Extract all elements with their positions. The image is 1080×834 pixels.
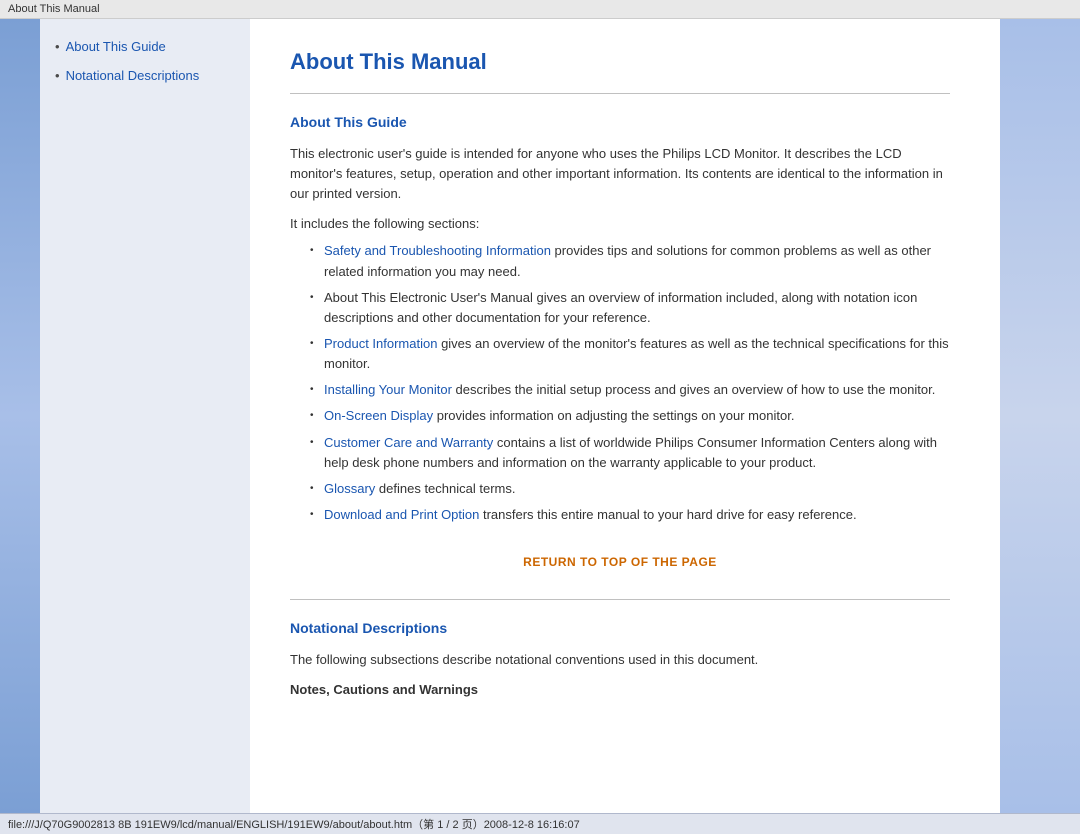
top-divider [290,93,950,94]
page-title: About This Manual [290,49,950,75]
sidebar: About This Guide Notational Descriptions [40,19,250,813]
notational-heading: Notational Descriptions [290,620,950,636]
bullet-text-8: transfers this entire manual to your har… [479,507,856,522]
notes-cautions-heading: Notes, Cautions and Warnings [290,682,950,697]
warranty-link[interactable]: Customer Care and Warranty [324,435,493,450]
product-info-link[interactable]: Product Information [324,336,437,351]
includes-text: It includes the following sections: [290,216,950,231]
section-divider-bottom [290,599,950,600]
right-accent-bar [1000,19,1080,813]
sidebar-item-notational[interactable]: Notational Descriptions [55,68,235,85]
title-bar-text: About This Manual [8,3,100,15]
sidebar-item-about-guide[interactable]: About This Guide [55,39,235,56]
osd-link[interactable]: On-Screen Display [324,408,433,423]
safety-link[interactable]: Safety and Troubleshooting Information [324,243,551,258]
content-area: About This Manual About This Guide This … [250,19,1000,813]
status-bar-text: file:///J/Q70G9002813 8B 191EW9/lcd/manu… [8,819,580,831]
list-item: On-Screen Display provides information o… [310,406,950,426]
glossary-link[interactable]: Glossary [324,481,375,496]
list-item: Safety and Troubleshooting Information p… [310,241,950,281]
sidebar-link-about-guide[interactable]: About This Guide [66,39,166,56]
bullet-list: Safety and Troubleshooting Information p… [310,241,950,525]
bullet-text-5: provides information on adjusting the se… [433,408,794,423]
sidebar-link-notational[interactable]: Notational Descriptions [66,68,200,85]
main-layout: About This Guide Notational Descriptions… [0,19,1080,813]
installing-link[interactable]: Installing Your Monitor [324,382,452,397]
download-link[interactable]: Download and Print Option [324,507,479,522]
return-to-top-link[interactable]: RETURN TO TOP OF THE PAGE [523,555,717,569]
bullet-text-4: describes the initial setup process and … [452,382,935,397]
return-to-top: RETURN TO TOP OF THE PAGE [290,555,950,569]
left-accent-bar [0,19,40,813]
list-item: Installing Your Monitor describes the in… [310,380,950,400]
list-item: Download and Print Option transfers this… [310,505,950,525]
list-item: Glossary defines technical terms. [310,479,950,499]
about-guide-heading: About This Guide [290,114,950,130]
status-bar: file:///J/Q70G9002813 8B 191EW9/lcd/manu… [0,813,1080,834]
list-item: About This Electronic User's Manual give… [310,288,950,328]
content-inner: About This Manual About This Guide This … [250,19,1000,813]
list-item: Customer Care and Warranty contains a li… [310,433,950,473]
intro-paragraph: This electronic user's guide is intended… [290,144,950,204]
sidebar-nav: About This Guide Notational Descriptions [55,39,235,85]
notational-intro: The following subsections describe notat… [290,650,950,670]
title-bar: About This Manual [0,0,1080,19]
bullet-text-2: About This Electronic User's Manual give… [324,290,917,325]
list-item: Product Information gives an overview of… [310,334,950,374]
bullet-text-7: defines technical terms. [375,481,515,496]
